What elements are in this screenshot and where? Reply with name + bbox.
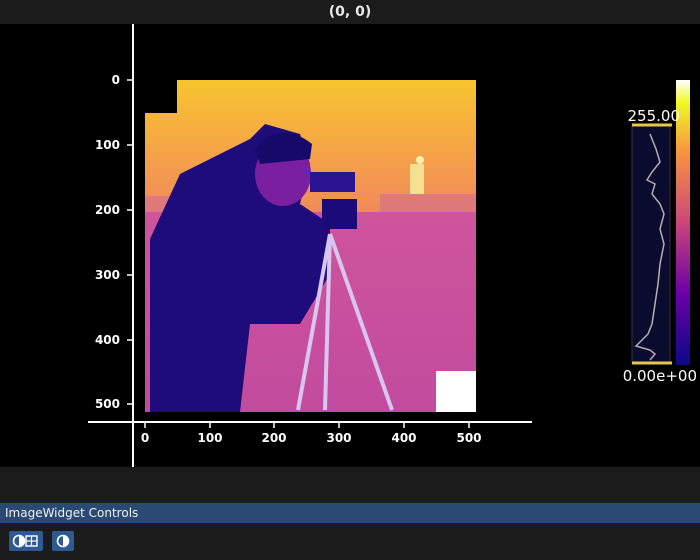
spacer [0,467,700,503]
y-tick-label: 0 [112,73,120,87]
y-tick-label: 100 [95,138,120,152]
contrast-button[interactable] [52,531,74,551]
x-tick-label: 300 [326,431,351,445]
x-tick-label: 200 [261,431,286,445]
controls-header[interactable]: ImageWidget Controls [0,503,700,523]
y-tick-label: 300 [95,268,120,282]
vmin-label: 0.00e+00 [623,367,697,385]
x-tick-label: 400 [391,431,416,445]
image-plot-area[interactable]: 0 100 200 300 400 500 0 100 200 300 400 … [0,24,700,467]
vmax-label: 255.00 [628,107,681,125]
contrast-grid-button[interactable] [9,531,43,551]
y-tick-label: 500 [95,397,120,411]
contrast-icon [56,534,70,548]
x-tick-label: 500 [456,431,481,445]
cameraman-image[interactable] [145,80,476,412]
window-title: (0, 0) [0,0,700,24]
x-tick-label: 0 [141,431,149,445]
x-tick-label: 100 [197,431,222,445]
contrast-grid-icon [12,534,38,548]
controls-toolbar [0,523,700,560]
y-tick-label: 400 [95,333,120,347]
histogram-widget[interactable]: 255.00 0.00e+00 [623,80,697,385]
y-tick-label: 200 [95,203,120,217]
plot-canvas[interactable]: 0 100 200 300 400 500 0 100 200 300 400 … [0,24,700,467]
